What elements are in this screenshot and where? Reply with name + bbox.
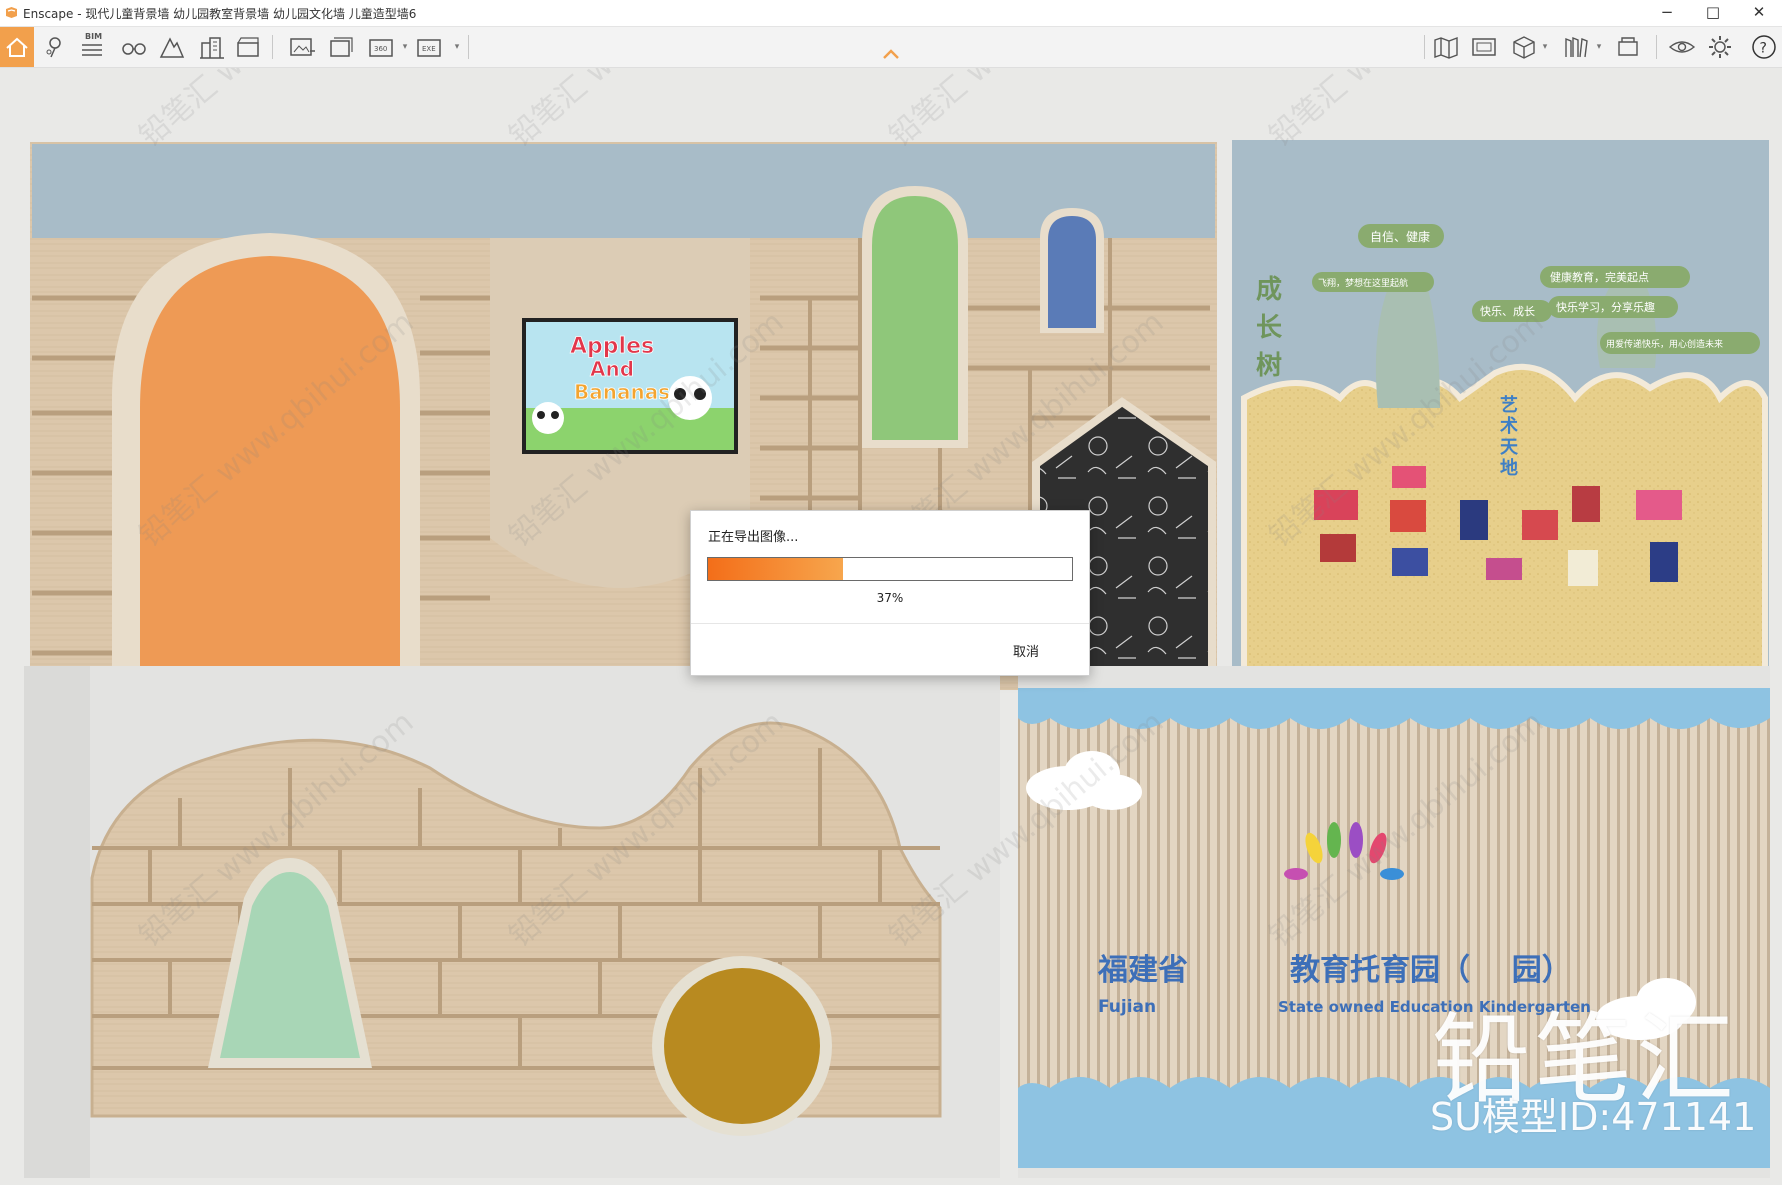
home-icon [6,37,28,57]
library-icon [1565,36,1588,58]
tv-title-line-1: Apples [570,334,654,359]
package-icon [1618,37,1638,56]
svg-text:EXE: EXE [422,45,436,53]
dialog-divider [691,623,1089,624]
window-title: Enscape - 现代儿童背景墙 幼儿园教室背景墙 幼儿园文化墙 儿童造型墙6 [23,7,417,21]
dialog-title: 正在导出图像... [708,530,799,545]
tree-label-3: 健康教育，完美起点 [1550,270,1649,284]
assets-button[interactable] [196,31,228,63]
map-button[interactable] [1430,31,1462,63]
batch-render-icon [330,37,353,57]
tree-label-4: 快乐学习，分享乐趣 [1556,300,1655,314]
export-image-button[interactable] [286,31,318,63]
video-icon [237,37,259,57]
art-title-char-2: 术 [1500,415,1518,437]
help-button[interactable]: ? [1748,31,1780,63]
library-button[interactable] [1560,31,1592,63]
gear-icon [1709,36,1731,58]
maximize-button[interactable]: □ [1690,0,1736,26]
toolbar-separator [272,35,273,59]
toolbar-separator [1424,35,1425,59]
panorama-dropdown-caret[interactable]: ▾ [400,31,410,63]
art-title-char-3: 天 [1500,437,1519,458]
location-button[interactable] [38,31,70,63]
art-title-char-4: 地 [1500,457,1518,479]
art-title-char-1: 艺 [1500,394,1518,416]
svg-text:?: ? [1760,41,1767,57]
cube-button[interactable] [1508,31,1540,63]
batch-render-button[interactable] [324,31,356,63]
minimize-button[interactable]: − [1644,0,1690,26]
map-icon [1434,36,1458,59]
panorama-button[interactable]: 360 [366,31,398,63]
exe-export-icon: EXE [417,39,441,57]
views-button[interactable] [118,31,150,63]
help-icon: ? [1752,35,1776,59]
tree-label-1: 自信、健康 [1370,229,1430,244]
toolbar-separator [468,35,469,59]
svg-text:360: 360 [374,45,387,53]
cube-dropdown-caret[interactable]: ▾ [1540,31,1550,63]
location-pin-icon [46,37,61,58]
library-dropdown-caret[interactable]: ▾ [1594,31,1604,63]
tv-title-line-2: And [590,357,634,381]
toolbar-separator [1656,35,1657,59]
eye-settings-icon [1668,41,1696,53]
cancel-button[interactable]: 取消 [1013,641,1039,660]
enscape-toolbar: BIM 360 ▾ EXE ▾ ▾ ▾ ? [0,27,1782,68]
home-button[interactable] [0,27,34,67]
tree-label-5: 用爱传递快乐，用心创造未来 [1606,338,1723,350]
bim-button[interactable]: BIM [76,31,108,63]
atmosphere-button[interactable] [156,31,188,63]
progress-percent-label: 37% [876,591,904,605]
bim-label: BIM [85,32,103,41]
vertical-title-char-1: 成 [1256,275,1282,305]
close-button[interactable]: ✕ [1736,0,1782,26]
package-button[interactable] [1612,31,1644,63]
mountain-icon [159,37,185,58]
collapse-toolbar-chevron-icon[interactable] [882,46,900,62]
tree-label-6: 飞翔，梦想在这里起航 [1318,277,1408,289]
screen-capture-button[interactable] [1468,31,1500,63]
panorama-360-icon: 360 [369,39,393,57]
province-cn: 福建省 [1097,953,1188,988]
cube-icon [1513,36,1535,59]
visual-settings-button[interactable] [1666,31,1698,63]
progress-fill [708,558,843,580]
settings-button[interactable] [1704,31,1736,63]
export-progress-dialog: 正在导出图像... 37% 取消 [690,510,1090,676]
video-editor-button[interactable] [232,31,264,63]
screen-capture-icon [1472,38,1496,56]
exe-export-button[interactable]: EXE [414,31,446,63]
binoculars-icon [122,43,146,55]
enscape-logo [6,7,17,18]
vertical-title-char-3: 树 [1256,351,1282,381]
export-progress-bar [707,557,1073,581]
title-bar: Enscape - 现代儿童背景墙 幼儿园教室背景墙 幼儿园文化墙 儿童造型墙6… [0,0,1782,27]
building-icon [200,37,224,59]
watermark-model-id: SU模型ID:471141 [1430,1095,1757,1139]
exe-dropdown-caret[interactable]: ▾ [452,31,462,63]
province-en: Fujian [1098,997,1156,1017]
export-image-icon [290,38,315,56]
vertical-title-char-2: 长 [1256,313,1283,343]
